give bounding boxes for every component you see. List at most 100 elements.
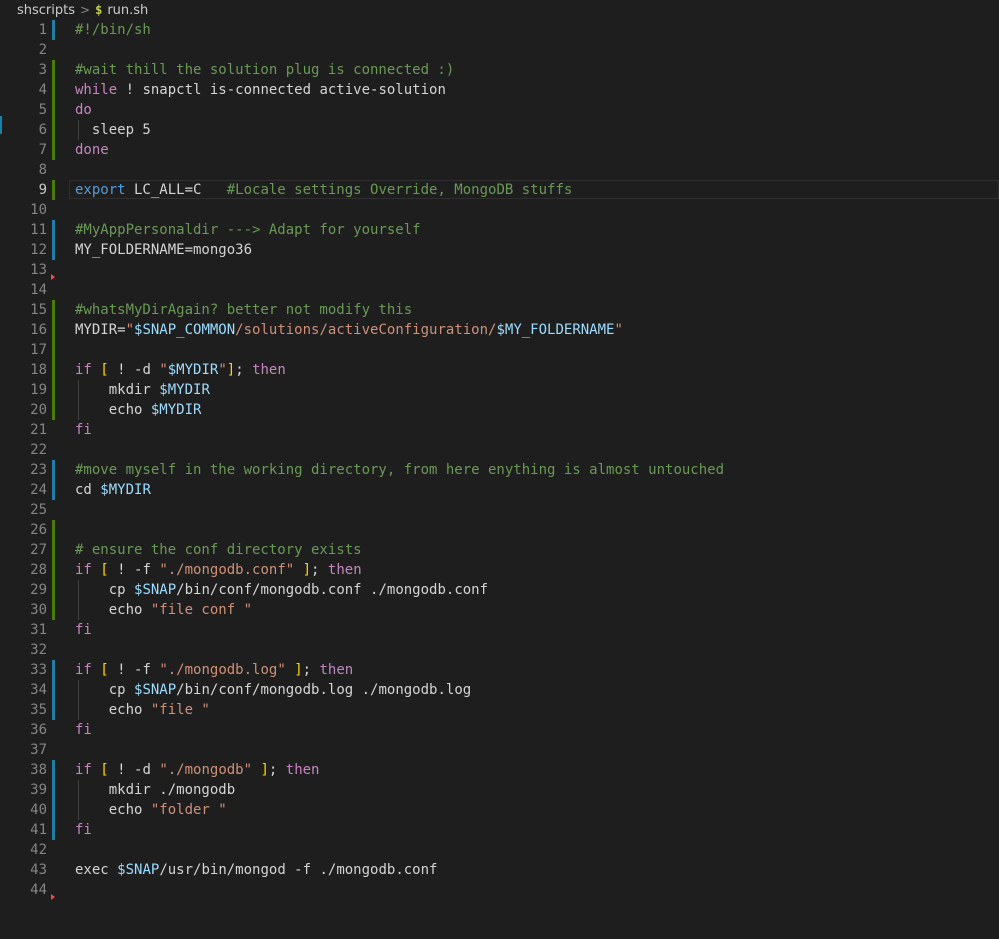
code-text[interactable]: #MyAppPersonaldir ---> Adapt for yoursel… xyxy=(75,220,421,240)
code-line[interactable]: 39 mkdir ./mongodb xyxy=(0,780,999,800)
line-number[interactable]: 8 xyxy=(0,160,47,180)
line-number[interactable]: 44 xyxy=(0,880,47,900)
git-added-marker[interactable] xyxy=(52,80,55,100)
code-line[interactable]: 32 xyxy=(0,640,999,660)
line-number[interactable]: 24 xyxy=(0,480,47,500)
line-number[interactable]: 18 xyxy=(0,360,47,380)
code-text[interactable]: while ! snapctl is-connected active-solu… xyxy=(75,80,446,100)
line-number[interactable]: 40 xyxy=(0,800,47,820)
code-line[interactable]: 11 #MyAppPersonaldir ---> Adapt for yours… xyxy=(0,220,999,240)
code-line[interactable]: 27 # ensure the conf directory exists xyxy=(0,540,999,560)
git-modified-marker[interactable] xyxy=(52,780,55,800)
code-line[interactable]: 36 fi xyxy=(0,720,999,740)
code-line[interactable]: 31 fi xyxy=(0,620,999,640)
code-line[interactable]: 2 xyxy=(0,40,999,60)
git-modified-marker[interactable] xyxy=(52,480,55,500)
line-number[interactable]: 26 xyxy=(0,520,47,540)
code-text[interactable]: cp $SNAP/bin/conf/mongodb.conf ./mongodb… xyxy=(75,580,488,600)
git-added-marker[interactable] xyxy=(52,340,55,360)
line-number[interactable]: 37 xyxy=(0,740,47,760)
code-line[interactable]: 22 xyxy=(0,440,999,460)
git-added-marker[interactable] xyxy=(52,400,55,420)
code-text[interactable]: #move myself in the working directory, f… xyxy=(75,460,724,480)
line-number[interactable]: 20 xyxy=(0,400,47,420)
code-line[interactable]: 35 echo "file " xyxy=(0,700,999,720)
git-added-marker[interactable] xyxy=(52,520,55,540)
git-modified-marker[interactable] xyxy=(52,460,55,480)
code-text[interactable]: if [ ! -f "./mongodb.log" ]; then xyxy=(75,660,353,680)
code-text[interactable]: cp $SNAP/bin/conf/mongodb.log ./mongodb.… xyxy=(75,680,471,700)
code-line[interactable]: 24 cd $MYDIR xyxy=(0,480,999,500)
git-added-marker[interactable] xyxy=(52,580,55,600)
git-deleted-marker[interactable] xyxy=(51,894,55,900)
code-line[interactable]: 13 xyxy=(0,260,999,280)
code-line[interactable]: 29 cp $SNAP/bin/conf/mongodb.conf ./mong… xyxy=(0,580,999,600)
code-line[interactable]: 25 xyxy=(0,500,999,520)
code-text[interactable]: MYDIR="$SNAP_COMMON/solutions/activeConf… xyxy=(75,320,623,340)
git-modified-marker[interactable] xyxy=(52,760,55,780)
git-added-marker[interactable] xyxy=(52,560,55,580)
line-number[interactable]: 29 xyxy=(0,580,47,600)
line-number[interactable]: 30 xyxy=(0,600,47,620)
line-number[interactable]: 4 xyxy=(0,80,47,100)
code-line[interactable]: 17 xyxy=(0,340,999,360)
code-line[interactable]: 38 if [ ! -d "./mongodb" ]; then xyxy=(0,760,999,780)
code-text[interactable]: done xyxy=(75,140,109,160)
line-number[interactable]: 41 xyxy=(0,820,47,840)
line-number[interactable]: 7 xyxy=(0,140,47,160)
code-line[interactable]: 3 #wait thill the solution plug is connec… xyxy=(0,60,999,80)
git-modified-marker[interactable] xyxy=(52,680,55,700)
code-line[interactable]: 44 xyxy=(0,880,999,900)
line-number[interactable]: 32 xyxy=(0,640,47,660)
code-line[interactable]: 16 MYDIR="$SNAP_COMMON/solutions/activeCo… xyxy=(0,320,999,340)
code-line[interactable]: 8 xyxy=(0,160,999,180)
line-number[interactable]: 15 xyxy=(0,300,47,320)
line-number[interactable]: 39 xyxy=(0,780,47,800)
code-text[interactable]: echo "file conf " xyxy=(75,600,252,620)
code-line[interactable]: 41 fi xyxy=(0,820,999,840)
git-added-marker[interactable] xyxy=(52,600,55,620)
code-editor[interactable]: 1 #!/bin/sh 2 3 #wait thill the solution plu… xyxy=(0,20,999,939)
code-line[interactable]: 43 exec $SNAP/usr/bin/mongod -f ./mongodb… xyxy=(0,860,999,880)
line-number[interactable]: 36 xyxy=(0,720,47,740)
line-number[interactable]: 10 xyxy=(0,200,47,220)
line-number[interactable]: 3 xyxy=(0,60,47,80)
git-added-marker[interactable] xyxy=(52,360,55,380)
code-line[interactable]: 12 MY_FOLDERNAME=mongo36 xyxy=(0,240,999,260)
code-text[interactable]: fi xyxy=(75,620,92,640)
code-line[interactable]: 42 xyxy=(0,840,999,860)
code-line[interactable]: 28 if [ ! -f "./mongodb.conf" ]; then xyxy=(0,560,999,580)
git-added-marker[interactable] xyxy=(52,380,55,400)
code-text[interactable]: fi xyxy=(75,420,92,440)
code-text[interactable]: sleep 5 xyxy=(75,120,151,140)
code-line[interactable]: 30 echo "file conf " xyxy=(0,600,999,620)
line-number[interactable]: 6 xyxy=(0,120,47,140)
code-text[interactable]: echo "folder " xyxy=(75,800,227,820)
code-line[interactable]: 18 if [ ! -d "$MYDIR"]; then xyxy=(0,360,999,380)
git-added-marker[interactable] xyxy=(52,300,55,320)
code-line[interactable]: 5 do xyxy=(0,100,999,120)
git-added-marker[interactable] xyxy=(52,540,55,560)
code-text[interactable]: fi xyxy=(75,720,92,740)
line-number[interactable]: 9 xyxy=(0,180,47,200)
line-number[interactable]: 5 xyxy=(0,100,47,120)
code-line[interactable]: 21 fi xyxy=(0,420,999,440)
code-line[interactable]: 10 xyxy=(0,200,999,220)
git-added-marker[interactable] xyxy=(52,140,55,160)
line-number[interactable]: 22 xyxy=(0,440,47,460)
code-text[interactable]: #wait thill the solution plug is connect… xyxy=(75,60,454,80)
line-number[interactable]: 23 xyxy=(0,460,47,480)
code-text[interactable]: export LC_ALL=C #Locale settings Overrid… xyxy=(75,180,572,200)
code-text[interactable]: fi xyxy=(75,820,92,840)
code-text[interactable]: #!/bin/sh xyxy=(75,20,151,40)
line-number[interactable]: 38 xyxy=(0,760,47,780)
code-line[interactable]: 40 echo "folder " xyxy=(0,800,999,820)
code-text[interactable]: echo $MYDIR xyxy=(75,400,202,420)
line-number[interactable]: 13 xyxy=(0,260,47,280)
code-text[interactable]: mkdir $MYDIR xyxy=(75,380,210,400)
code-line[interactable]: 14 xyxy=(0,280,999,300)
line-number[interactable]: 42 xyxy=(0,840,47,860)
code-line[interactable]: 33 if [ ! -f "./mongodb.log" ]; then xyxy=(0,660,999,680)
git-modified-marker[interactable] xyxy=(52,240,55,260)
code-text[interactable]: if [ ! -d "./mongodb" ]; then xyxy=(75,760,319,780)
